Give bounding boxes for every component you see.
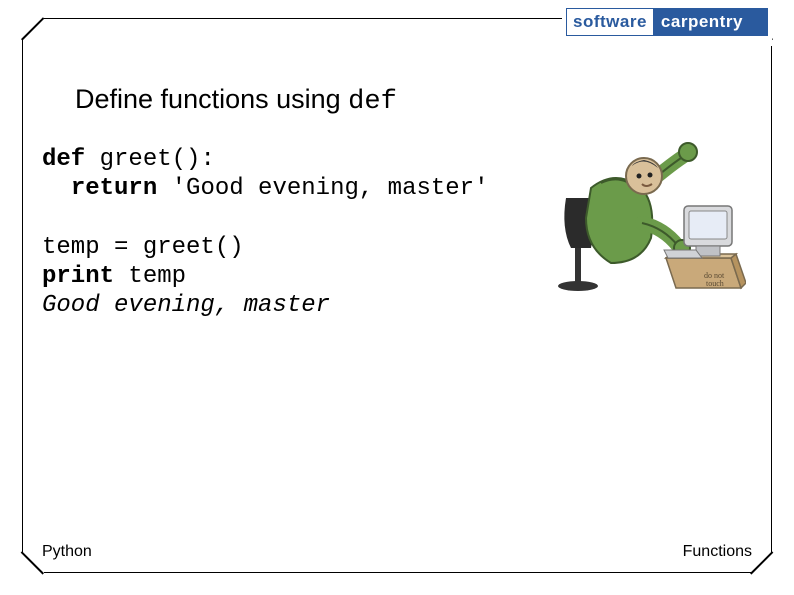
logo-box: software carpentry bbox=[566, 8, 768, 36]
frame-corner bbox=[22, 18, 44, 40]
code-text: temp bbox=[114, 263, 186, 290]
code-keyword-return: return bbox=[71, 175, 157, 202]
code-text: temp = greet() bbox=[42, 234, 244, 261]
code-text: greet(): bbox=[85, 146, 215, 173]
heading-text: Define functions using bbox=[75, 84, 348, 114]
code-keyword-def: def bbox=[42, 146, 85, 173]
code-keyword-print: print bbox=[42, 263, 114, 290]
logo-right-text: carpentry bbox=[653, 9, 767, 35]
footer-left: Python bbox=[42, 543, 92, 561]
frame-corner bbox=[22, 552, 44, 574]
svg-text:touch: touch bbox=[706, 279, 724, 288]
code-output: Good evening, master bbox=[42, 292, 330, 319]
igor-cartoon-illustration: do not touch bbox=[546, 128, 746, 303]
logo-left-text: software bbox=[567, 9, 653, 35]
software-carpentry-logo: software carpentry bbox=[562, 6, 772, 46]
code-text: 'Good evening, master' bbox=[157, 175, 488, 202]
footer-right: Functions bbox=[683, 543, 752, 561]
slide: software carpentry Define functions usin… bbox=[0, 0, 794, 595]
code-block: def greet(): return 'Good evening, maste… bbox=[42, 145, 489, 321]
heading-keyword: def bbox=[348, 87, 397, 117]
frame-corner bbox=[751, 552, 773, 574]
slide-heading: Define functions using def bbox=[75, 84, 397, 117]
